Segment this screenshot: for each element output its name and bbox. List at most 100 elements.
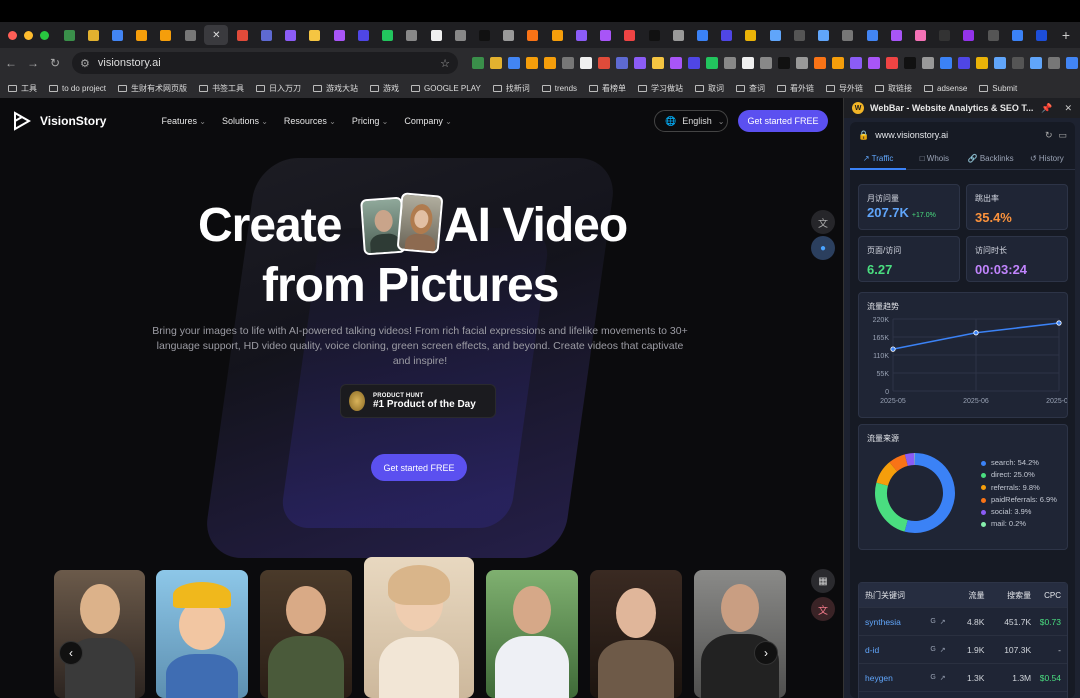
extension-icon[interactable] (724, 57, 736, 69)
browser-tab[interactable] (450, 25, 470, 45)
carousel-next-button[interactable]: › (754, 641, 778, 665)
keyword-row[interactable]: hedraG↗1.2K186.7K$0.34 (859, 691, 1067, 698)
bookmark-item[interactable]: 游戏大站 (313, 83, 358, 94)
browser-tab[interactable] (305, 25, 325, 45)
bookmark-item[interactable]: 看榜单 (589, 83, 626, 94)
bookmark-item[interactable]: trends (541, 84, 577, 93)
extension-icon[interactable] (544, 57, 556, 69)
browser-tab[interactable] (886, 25, 906, 45)
portrait-card[interactable] (486, 570, 578, 698)
browser-tab[interactable] (1007, 25, 1027, 45)
close-icon[interactable]: ✕ (1064, 103, 1072, 114)
extension-icon[interactable] (598, 57, 610, 69)
extension-icon[interactable] (760, 57, 772, 69)
browser-tab[interactable] (959, 25, 979, 45)
reload-button[interactable]: ↻ (44, 56, 66, 70)
extension-icon[interactable] (922, 57, 934, 69)
extension-icon[interactable] (472, 57, 484, 69)
window-icon[interactable]: ▭ (1058, 130, 1067, 141)
google-icon[interactable]: G (930, 618, 935, 626)
bookmark-item[interactable]: GOOGLE PLAY (411, 84, 481, 93)
extension-icon[interactable] (652, 57, 664, 69)
tab-whois[interactable]: □ Whois (906, 148, 962, 170)
browser-tab[interactable] (156, 25, 176, 45)
extension-icon[interactable] (634, 57, 646, 69)
back-button[interactable]: ← (0, 56, 22, 70)
browser-tab[interactable] (862, 25, 882, 45)
get-started-button-hero[interactable]: Get started FREE (371, 454, 467, 481)
extension-icon[interactable] (688, 57, 700, 69)
browser-tab[interactable] (281, 25, 301, 45)
address-bar[interactable]: ⚙ visionstory.ai ☆ (72, 52, 458, 74)
bookmark-star-icon[interactable]: ☆ (440, 57, 450, 70)
pin-icon[interactable]: 📌 (1041, 103, 1052, 114)
portrait-card[interactable] (54, 570, 145, 698)
menu-company[interactable]: Company (404, 116, 451, 126)
trend-icon[interactable]: ↗ (940, 674, 946, 682)
menu-features[interactable]: Features (161, 116, 205, 126)
portrait-card[interactable] (364, 557, 474, 698)
browser-tab[interactable] (499, 25, 519, 45)
bookmark-item[interactable]: 书签工具 (199, 83, 244, 94)
browser-tab[interactable] (107, 25, 127, 45)
browser-tab[interactable] (180, 25, 200, 45)
extension-icon[interactable] (940, 57, 952, 69)
translate-pink-icon[interactable]: 文 (811, 597, 835, 621)
browser-tab[interactable]: ✕ (204, 25, 229, 45)
keyword-row[interactable]: heygen G ↗ 1.3K 1.3M $0.54 (859, 663, 1067, 691)
extension-icon[interactable] (778, 57, 790, 69)
portrait-card[interactable] (590, 570, 682, 698)
extension-icon[interactable] (508, 57, 520, 69)
portrait-card[interactable] (694, 570, 786, 698)
browser-tab[interactable] (717, 25, 737, 45)
browser-tab[interactable] (59, 25, 79, 45)
browser-tab[interactable] (353, 25, 373, 45)
extension-icon[interactable] (976, 57, 988, 69)
product-hunt-badge[interactable]: PRODUCT HUNT #1 Product of the Day (340, 384, 496, 418)
google-icon[interactable]: G (930, 674, 935, 682)
language-selector[interactable]: 🌐 English ⌄ (654, 110, 728, 132)
browser-tab[interactable] (402, 25, 422, 45)
bookmark-item[interactable]: 取链接 (875, 83, 912, 94)
minimize-window-button[interactable] (24, 30, 33, 40)
browser-tab[interactable] (692, 25, 712, 45)
extension-icon[interactable] (742, 57, 754, 69)
extension-icon[interactable] (994, 57, 1006, 69)
browser-tab[interactable] (426, 25, 446, 45)
browser-tab[interactable] (910, 25, 930, 45)
extension-icon[interactable] (850, 57, 862, 69)
browser-tab[interactable] (132, 25, 152, 45)
browser-tab[interactable] (378, 25, 398, 45)
extension-icon[interactable] (490, 57, 502, 69)
browser-tab[interactable] (935, 25, 955, 45)
extension-icon[interactable] (1030, 57, 1042, 69)
browser-tab[interactable] (741, 25, 761, 45)
translate-icon[interactable]: 文 (811, 210, 835, 234)
close-window-button[interactable] (8, 30, 17, 40)
browser-tab[interactable] (1031, 25, 1051, 45)
browser-tab[interactable] (232, 25, 252, 45)
refresh-icon[interactable]: ↻ (1045, 130, 1053, 141)
bookmark-item[interactable]: 导外链 (826, 83, 863, 94)
menu-solutions[interactable]: Solutions (222, 116, 268, 126)
browser-tab[interactable] (789, 25, 809, 45)
extension-icon[interactable] (1048, 57, 1060, 69)
menu-pricing[interactable]: Pricing (352, 116, 388, 126)
bookmark-item[interactable]: to do project (49, 84, 106, 93)
keyword-link[interactable]: synthesia (865, 617, 930, 627)
assistant-icon[interactable]: ● (811, 236, 835, 260)
carousel-prev-button[interactable]: ‹ (59, 641, 83, 665)
keyword-row[interactable]: synthesia G ↗ 4.8K 451.7K $0.73 (859, 607, 1067, 635)
bookmark-item[interactable]: 找新词 (492, 83, 530, 94)
bookmark-item[interactable]: 查词 (736, 83, 765, 94)
extension-icon[interactable] (580, 57, 592, 69)
tab-history[interactable]: ↺ History (1019, 148, 1075, 170)
tab-traffic[interactable]: ↗ Traffic (850, 148, 907, 170)
browser-tab[interactable] (523, 25, 543, 45)
extension-icon[interactable] (706, 57, 718, 69)
extension-icon[interactable] (616, 57, 628, 69)
browser-tab[interactable] (983, 25, 1003, 45)
google-icon[interactable]: G (930, 646, 935, 654)
browser-tab[interactable] (83, 25, 103, 45)
portrait-card[interactable] (156, 570, 248, 698)
